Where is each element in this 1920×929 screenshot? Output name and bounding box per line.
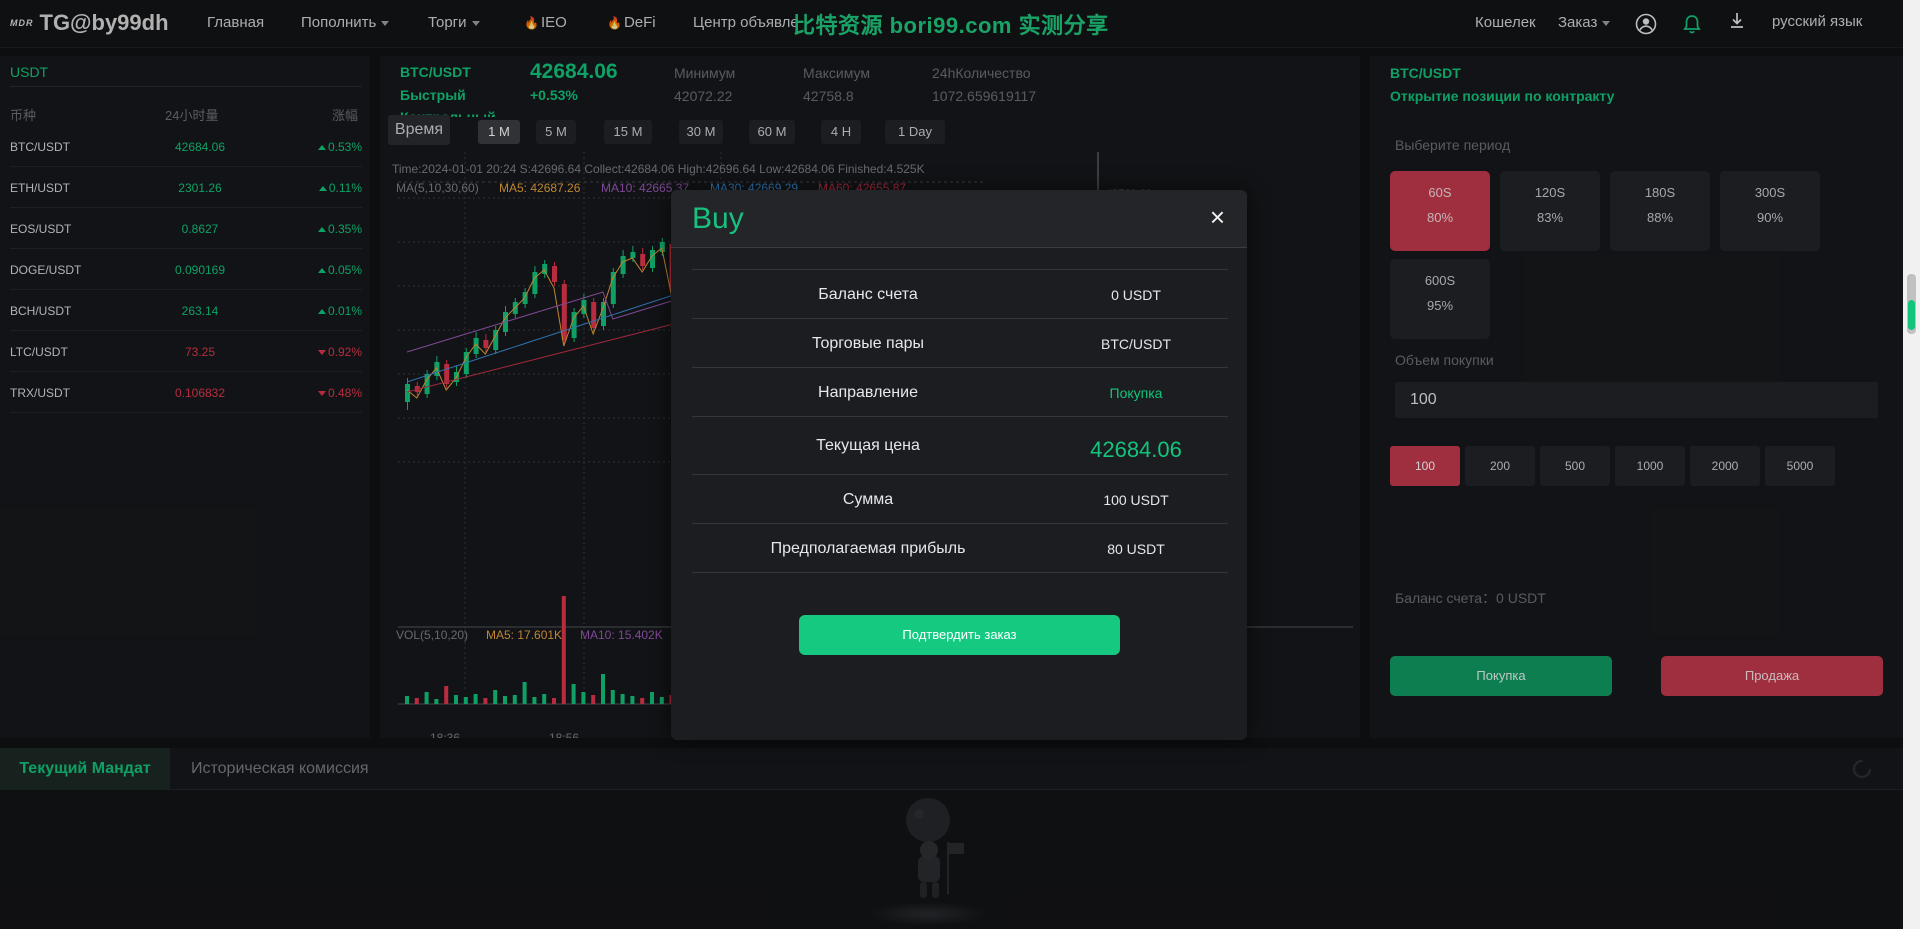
modal-header: Buy × — [671, 190, 1247, 248]
buy-confirm-modal: Buy × Баланс счета 0 USDT Торговые пары BTC… — [671, 190, 1247, 740]
modal-row-value: 80 USDT — [1107, 541, 1165, 557]
modal-row-label: Направление — [818, 384, 918, 401]
modal-row: Направление Покупка — [692, 368, 1228, 417]
modal-row-label: Текущая цена — [816, 437, 920, 454]
modal-row: Торговые пары BTC/USDT — [692, 319, 1228, 368]
app-root: MDR TG@by99dh Главная Пополнить Торги 🔥 I… — [0, 0, 1920, 929]
modal-row-value: 100 USDT — [1103, 492, 1169, 508]
close-icon[interactable]: × — [1210, 204, 1225, 230]
modal-row-label: Предполагаемая прибыль — [770, 540, 966, 557]
modal-row: Предполагаемая прибыль 80 USDT — [692, 524, 1228, 573]
modal-row-value: BTC/USDT — [1101, 336, 1171, 352]
modal-row-value: Покупка — [1109, 385, 1163, 401]
modal-row: Сумма 100 USDT — [692, 475, 1228, 524]
modal-row-label: Сумма — [842, 491, 894, 508]
modal-row-label: Баланс счета — [818, 286, 918, 303]
scrollbar-accent — [1908, 300, 1915, 330]
modal-row-value: 42684.06 — [1090, 437, 1182, 462]
modal-row-value: 0 USDT — [1111, 287, 1161, 303]
confirm-order-button[interactable]: Подтвердить заказ — [799, 615, 1120, 655]
modal-row-label: Торговые пары — [811, 335, 924, 352]
modal-row: Баланс счета 0 USDT — [692, 270, 1228, 319]
modal-row: Текущая цена 42684.06 — [692, 417, 1228, 475]
page-scrollbar[interactable] — [1903, 0, 1920, 929]
modal-title: Buy — [692, 202, 744, 235]
